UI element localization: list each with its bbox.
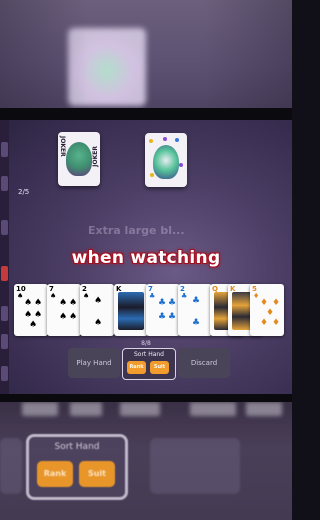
sort-hand-title: Sort Hand bbox=[133, 351, 164, 358]
card-hand: 10 ♠ ♠ ♠ ♠ ♠ ♠ 7 ♠ ♠ ♠ ♠ ♠ 2 ♠ ♠ ♠ K 7 ♣… bbox=[14, 284, 286, 342]
card-pip: ♦ bbox=[266, 308, 275, 318]
blurred-discard-button bbox=[150, 438, 240, 494]
blurred-suit-button: Suit bbox=[79, 461, 115, 487]
card-suit: ♠ bbox=[50, 292, 57, 300]
haze-overlay bbox=[0, 0, 292, 108]
card-pip: ♦ bbox=[272, 318, 281, 328]
playing-card[interactable]: 2 ♣ ♣ ♣ bbox=[178, 284, 212, 336]
game-board: 2/5 JOKER JOKER Extra large bl... when w… bbox=[0, 120, 292, 394]
card-pip: ♠ bbox=[24, 310, 33, 320]
jester-icon bbox=[153, 145, 179, 179]
side-slot[interactable] bbox=[1, 306, 8, 321]
side-slot[interactable] bbox=[1, 142, 8, 157]
confetti-dot bbox=[175, 138, 179, 142]
jester-icon bbox=[66, 142, 92, 176]
card-pip: ♣ bbox=[158, 312, 167, 322]
side-slot[interactable] bbox=[1, 220, 8, 235]
blurred-card bbox=[22, 402, 58, 416]
confetti-dot bbox=[179, 163, 183, 167]
blurred-sort-title: Sort Hand bbox=[54, 442, 100, 452]
sort-suit-button[interactable]: Suit bbox=[150, 361, 169, 374]
confetti-dot bbox=[150, 173, 154, 177]
card-pip: ♣ bbox=[192, 318, 201, 328]
blurred-play-button bbox=[0, 438, 22, 494]
card-suit: ♠ bbox=[17, 292, 24, 300]
playing-card[interactable]: 2 ♠ ♠ ♠ bbox=[80, 284, 114, 336]
card-pip: ♠ bbox=[69, 312, 78, 322]
side-slot[interactable] bbox=[1, 176, 8, 191]
blurred-rank-button: Rank bbox=[37, 461, 73, 487]
card-suit: ♦ bbox=[253, 292, 260, 300]
card-pip: ♣ bbox=[192, 296, 201, 306]
card-pip: ♣ bbox=[168, 298, 177, 308]
playing-card[interactable]: 7 ♠ ♠ ♠ ♠ ♠ bbox=[47, 284, 81, 336]
joker-card[interactable] bbox=[145, 133, 187, 187]
card-pip: ♠ bbox=[34, 298, 43, 308]
hand-counter: 2/5 bbox=[18, 188, 30, 196]
side-slot-alert[interactable] bbox=[1, 266, 8, 281]
divider-bottom bbox=[0, 394, 292, 402]
playing-card-face[interactable]: K bbox=[114, 284, 148, 336]
card-pip: ♦ bbox=[260, 298, 269, 308]
blurred-card bbox=[190, 402, 236, 416]
card-pip: ♣ bbox=[168, 312, 177, 322]
confetti-dot bbox=[149, 139, 153, 143]
blurred-card bbox=[70, 402, 102, 416]
divider-top bbox=[0, 108, 292, 120]
blurred-card bbox=[120, 402, 160, 416]
sort-hand-panel: Sort Hand Rank Suit bbox=[122, 348, 176, 380]
side-slot[interactable] bbox=[1, 366, 8, 381]
card-pip: ♦ bbox=[260, 318, 269, 328]
blurred-card bbox=[246, 402, 282, 416]
king-face-art bbox=[118, 292, 144, 330]
card-pip: ♠ bbox=[69, 298, 78, 308]
playing-card[interactable]: 5 ♦ ♦ ♦ ♦ ♦ ♦ bbox=[250, 284, 284, 336]
play-hand-button[interactable]: Play Hand bbox=[68, 348, 120, 378]
sort-rank-button[interactable]: Rank bbox=[127, 361, 146, 374]
card-pip: ♠ bbox=[94, 296, 103, 306]
card-suit: ♣ bbox=[149, 292, 156, 300]
card-pip: ♠ bbox=[94, 318, 103, 328]
card-pip: ♠ bbox=[24, 298, 33, 308]
blurred-sort-panel: Sort Hand Rank Suit bbox=[26, 434, 128, 500]
card-pip: ♣ bbox=[158, 298, 167, 308]
card-pip: ♠ bbox=[29, 320, 38, 330]
card-pip: ♠ bbox=[59, 298, 68, 308]
top-blurred-band bbox=[0, 0, 292, 108]
playing-card[interactable]: 10 ♠ ♠ ♠ ♠ ♠ ♠ bbox=[14, 284, 48, 336]
card-pip: ♠ bbox=[34, 310, 43, 320]
card-suit: ♠ bbox=[83, 292, 90, 300]
caption-overlay: when watching bbox=[71, 248, 221, 268]
joker-label-left: JOKER bbox=[59, 136, 66, 157]
discard-button[interactable]: Discard bbox=[178, 348, 230, 378]
deck-count: 8/8 bbox=[141, 340, 151, 347]
confetti-dot bbox=[163, 137, 167, 141]
card-pip: ♠ bbox=[59, 312, 68, 322]
joker-label-right: JOKER bbox=[92, 146, 99, 167]
card-suit: ♣ bbox=[181, 292, 188, 300]
ghost-caption: Extra large bl... bbox=[88, 224, 185, 237]
card-pip: ♦ bbox=[272, 298, 281, 308]
joker-card[interactable]: JOKER JOKER bbox=[58, 132, 100, 186]
playing-card[interactable]: 7 ♣ ♣ ♣ ♣ ♣ bbox=[146, 284, 180, 336]
bottom-blurred-band: Sort Hand Rank Suit bbox=[0, 402, 292, 520]
